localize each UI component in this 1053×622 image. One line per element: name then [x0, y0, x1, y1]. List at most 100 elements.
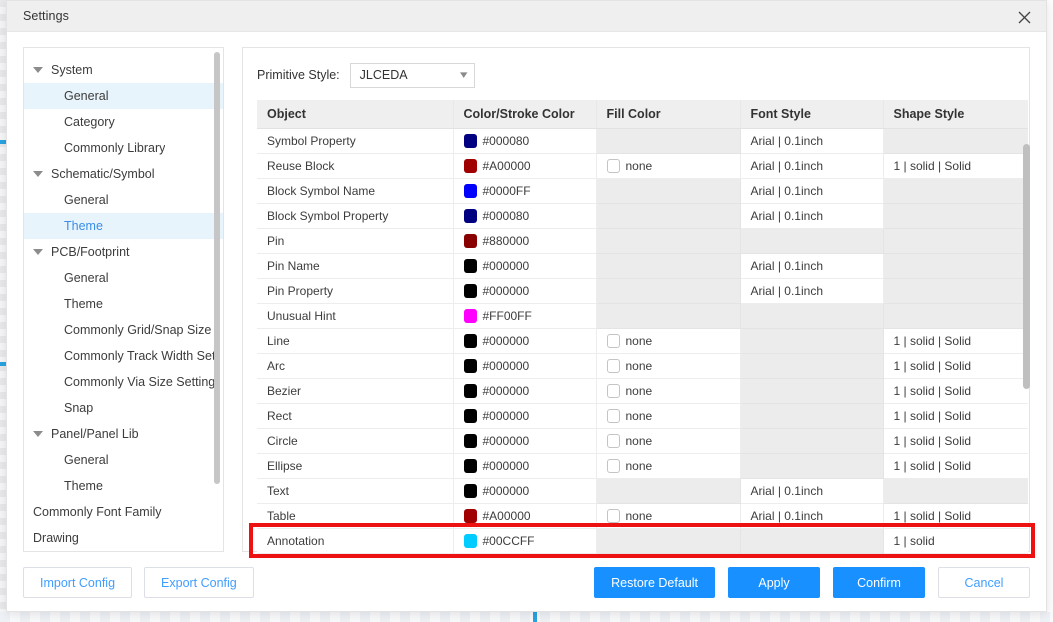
cell-font-style[interactable]: Arial | 0.1inch: [740, 153, 884, 179]
cell-fill-color[interactable]: none: [596, 428, 741, 454]
restore-default-button[interactable]: Restore Default: [594, 567, 715, 598]
cell-stroke-color[interactable]: #000000: [453, 353, 597, 379]
sidebar-item-general[interactable]: General: [24, 83, 223, 109]
column-header-font-style[interactable]: Font Style: [740, 100, 884, 129]
table-row[interactable]: Text #000000 Arial | 0.1inch: [257, 478, 1028, 504]
table-scrollbar[interactable]: [1023, 144, 1030, 389]
cell-shape-style[interactable]: 1 | solid | Solid: [883, 153, 1028, 179]
sidebar-item-panel-panel-lib[interactable]: Panel/Panel Lib: [24, 421, 223, 447]
cell-fill-color[interactable]: none: [596, 403, 741, 429]
export-config-button[interactable]: Export Config: [144, 567, 254, 598]
sidebar-scrollbar[interactable]: [214, 52, 220, 484]
table-row[interactable]: Arc #000000 none 1 | solid | Solid: [257, 353, 1028, 379]
cancel-button[interactable]: Cancel: [938, 567, 1030, 598]
sidebar-item-category[interactable]: Category: [24, 109, 223, 135]
table-row[interactable]: Ellipse #000000 none 1 | solid | Solid: [257, 453, 1028, 479]
primitive-style-select[interactable]: JLCEDA ▾: [349, 62, 475, 88]
cell-shape-style[interactable]: 1 | solid | Solid: [883, 428, 1028, 454]
cell-stroke-color[interactable]: #880000: [453, 228, 597, 254]
sidebar-item-system[interactable]: System: [24, 57, 223, 83]
column-header-fill-color[interactable]: Fill Color: [596, 100, 741, 129]
cell-stroke-color[interactable]: #000080: [453, 128, 597, 154]
sidebar-item-snap[interactable]: Snap: [24, 395, 223, 421]
column-header-object[interactable]: Object: [257, 100, 454, 129]
cell-shape-style[interactable]: 1 | solid | Solid: [883, 378, 1028, 404]
sidebar-item-drawing[interactable]: Drawing: [24, 525, 223, 551]
column-header-shape-style[interactable]: Shape Style: [883, 100, 1028, 129]
cell-fill-color[interactable]: none: [596, 503, 741, 529]
table-row[interactable]: Symbol Property #000080 Arial | 0.1inch: [257, 128, 1028, 154]
sidebar-item-commonly-font-family[interactable]: Commonly Font Family: [24, 499, 223, 525]
table-row[interactable]: Annotation #00CCFF 1 | solid: [257, 528, 1028, 554]
sidebar-item-theme[interactable]: Theme: [24, 213, 223, 239]
cell-font-style[interactable]: Arial | 0.1inch: [740, 253, 884, 279]
cell-font-style[interactable]: Arial | 0.1inch: [740, 203, 884, 229]
cell-fill-color[interactable]: none: [596, 378, 741, 404]
apply-button[interactable]: Apply: [728, 567, 820, 598]
cell-font-style[interactable]: Arial | 0.1inch: [740, 503, 884, 529]
sidebar-item-pcb-footprint[interactable]: PCB/Footprint: [24, 239, 223, 265]
cell-stroke-color[interactable]: #000000: [453, 378, 597, 404]
cell-shape-style[interactable]: 1 | solid | Solid: [883, 403, 1028, 429]
table-row[interactable]: Reuse Block #A00000 none Arial | 0.1inch 1 |…: [257, 153, 1028, 179]
sidebar-item-schematic-symbol[interactable]: Schematic/Symbol: [24, 161, 223, 187]
table-row[interactable]: Bezier #000000 none 1 | solid | Solid: [257, 378, 1028, 404]
cell-fill-color[interactable]: none: [596, 353, 741, 379]
table-row[interactable]: Pin Name #000000 Arial | 0.1inch: [257, 253, 1028, 279]
cell-stroke-color[interactable]: #00CCFF: [453, 528, 597, 554]
caret-down-icon[interactable]: [33, 171, 43, 177]
sidebar-item-commonly-track-width-sett[interactable]: Commonly Track Width Sett: [24, 343, 223, 369]
sidebar-item-theme[interactable]: Theme: [24, 473, 223, 499]
cell-shape-style[interactable]: 1 | solid | Solid: [883, 328, 1028, 354]
dialog-titlebar: Settings: [7, 1, 1046, 32]
sidebar-item-commonly-via-size-setting[interactable]: Commonly Via Size Setting: [24, 369, 223, 395]
cell-stroke-color[interactable]: #A00000: [453, 153, 597, 179]
sidebar-item-commonly-library[interactable]: Commonly Library: [24, 135, 223, 161]
cell-shape-style[interactable]: 1 | solid | Solid: [883, 453, 1028, 479]
cell-stroke-color[interactable]: #000000: [453, 478, 597, 504]
table-row[interactable]: Unusual Hint #FF00FF: [257, 303, 1028, 329]
table-row[interactable]: Block Symbol Property #000080 Arial | 0.1i…: [257, 203, 1028, 229]
cell-stroke-color[interactable]: #000000: [453, 453, 597, 479]
table-row[interactable]: Table #A00000 none Arial | 0.1inch 1 | solid…: [257, 503, 1028, 529]
sidebar-item-general[interactable]: General: [24, 447, 223, 473]
cell-stroke-color[interactable]: #000000: [453, 278, 597, 304]
cell-fill-color[interactable]: none: [596, 453, 741, 479]
table-row[interactable]: Pin #880000: [257, 228, 1028, 254]
cell-stroke-color[interactable]: #0000FF: [453, 178, 597, 204]
cell-stroke-color[interactable]: #000000: [453, 428, 597, 454]
cell-font-style[interactable]: Arial | 0.1inch: [740, 178, 884, 204]
cell-stroke-color[interactable]: #A00000: [453, 503, 597, 529]
caret-down-icon[interactable]: [33, 67, 43, 73]
import-config-button[interactable]: Import Config: [23, 567, 133, 598]
close-icon[interactable]: [1012, 5, 1036, 29]
cell-font-style[interactable]: Arial | 0.1inch: [740, 478, 884, 504]
cell-fill-color: [596, 228, 741, 254]
cell-stroke-color[interactable]: #FF00FF: [453, 303, 597, 329]
table-row[interactable]: Pin Property #000000 Arial | 0.1inch: [257, 278, 1028, 304]
cell-fill-color[interactable]: none: [596, 153, 741, 179]
cell-shape-style[interactable]: 1 | solid | Solid: [883, 353, 1028, 379]
cell-font-style[interactable]: Arial | 0.1inch: [740, 278, 884, 304]
table-row[interactable]: Rect #000000 none 1 | solid | Solid: [257, 403, 1028, 429]
sidebar-item-general[interactable]: General: [24, 187, 223, 213]
cell-shape-style[interactable]: 1 | solid | Solid: [883, 503, 1028, 529]
cell-shape-style[interactable]: 1 | solid: [883, 528, 1028, 554]
table-row[interactable]: Block Symbol Name #0000FF Arial | 0.1inch: [257, 178, 1028, 204]
cell-stroke-color[interactable]: #000000: [453, 328, 597, 354]
caret-down-icon[interactable]: [33, 249, 43, 255]
cell-stroke-color[interactable]: #000000: [453, 403, 597, 429]
column-header-color[interactable]: Color/Stroke Color: [453, 100, 597, 129]
cell-stroke-color[interactable]: #000000: [453, 253, 597, 279]
sidebar-item-theme[interactable]: Theme: [24, 291, 223, 317]
table-row[interactable]: Line #000000 none 1 | solid | Solid: [257, 328, 1028, 354]
sidebar-item-commonly-grid-snap-size-s[interactable]: Commonly Grid/Snap Size S: [24, 317, 223, 343]
cell-stroke-color[interactable]: #000080: [453, 203, 597, 229]
confirm-button[interactable]: Confirm: [833, 567, 925, 598]
cell-font-style[interactable]: Arial | 0.1inch: [740, 128, 884, 154]
caret-down-icon[interactable]: [33, 431, 43, 437]
sidebar-item-general[interactable]: General: [24, 265, 223, 291]
settings-navigation-tree[interactable]: System General Category Commonly Library Sch…: [23, 47, 224, 552]
table-row[interactable]: Circle #000000 none 1 | solid | Solid: [257, 428, 1028, 454]
cell-fill-color[interactable]: none: [596, 328, 741, 354]
